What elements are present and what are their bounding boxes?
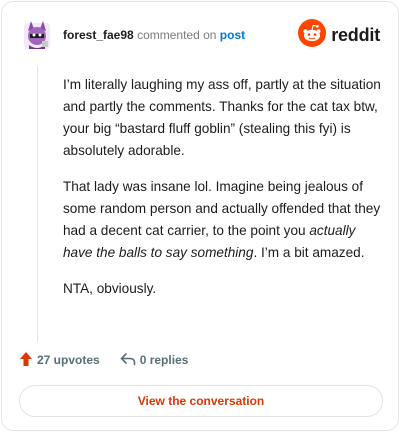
reddit-wordmark: reddit <box>331 24 380 45</box>
view-conversation-button[interactable]: View the conversation <box>19 385 383 417</box>
comment-actions: 27 upvotes 0 replies <box>19 350 188 370</box>
byline-action-text: commented on <box>137 28 217 42</box>
reply-arrow-icon <box>120 352 136 369</box>
comment-text: . I’m a bit amazed. <box>253 245 365 260</box>
comment-byline: forest_fae98 commented on post <box>63 27 245 43</box>
comment-card: forest_fae98 commented on post reddit I’… <box>1 1 399 431</box>
reply-count: 0 replies <box>139 353 189 367</box>
comment-paragraph: NTA, obviously. <box>63 281 157 296</box>
reddit-snoo-icon <box>298 18 327 52</box>
comment-header: forest_fae98 commented on post reddit <box>2 2 398 66</box>
reddit-logo[interactable]: reddit <box>298 18 380 52</box>
thread-line <box>37 66 38 342</box>
upvote-arrow-icon <box>19 351 33 370</box>
comment-paragraph: I’m literally laughing my ass off, partl… <box>63 77 381 158</box>
avatar-icon[interactable] <box>22 17 52 51</box>
reply-button[interactable]: 0 replies <box>120 352 189 369</box>
upvote-count: 27 upvotes <box>37 353 100 367</box>
comment-paragraph: That lady was insane lol. Imagine being … <box>63 176 383 264</box>
post-link[interactable]: post <box>220 28 245 42</box>
upvote-button[interactable]: 27 upvotes <box>19 351 100 370</box>
comment-body: I’m literally laughing my ass off, partl… <box>63 74 383 314</box>
username-link[interactable]: forest_fae98 <box>63 28 134 42</box>
